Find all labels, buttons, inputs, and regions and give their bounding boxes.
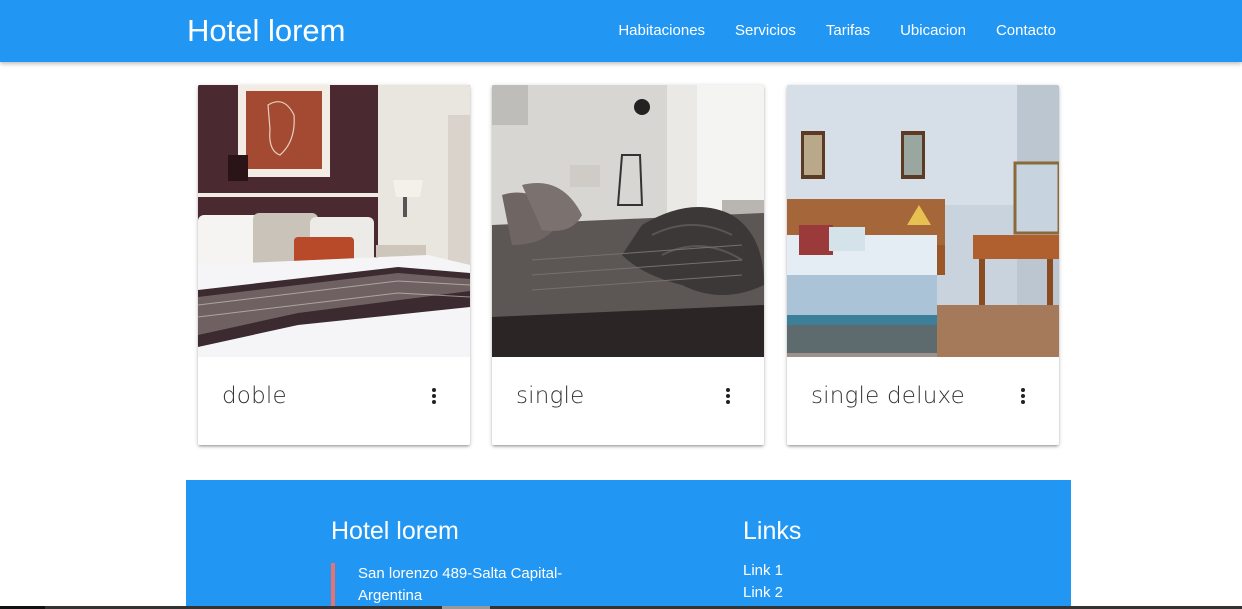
more-vert-icon[interactable]: [1015, 388, 1031, 408]
footer-link-2[interactable]: Link 2: [743, 584, 783, 601]
room-cards: doble single single deluxe: [198, 85, 1060, 445]
brand-logo[interactable]: Hotel lorem: [187, 13, 346, 49]
footer-link-item: Link 2: [743, 582, 783, 604]
footer-links-title: Links: [743, 517, 802, 545]
footer-title: Hotel lorem: [331, 517, 459, 545]
footer-address: San lorenzo 489-Salta Capital-Argentina: [331, 563, 581, 609]
nav-link-habitaciones[interactable]: Habitaciones: [618, 0, 705, 62]
room-title: doble: [222, 383, 287, 409]
room-card-doble[interactable]: doble: [198, 85, 470, 445]
nav-link-ubicacion[interactable]: Ubicacion: [900, 0, 966, 62]
navbar: Hotel lorem Habitaciones Servicios Tarif…: [0, 0, 1242, 62]
more-vert-icon[interactable]: [426, 388, 442, 408]
room-image-doble[interactable]: [198, 85, 470, 357]
room-title: single deluxe: [811, 383, 965, 409]
footer: Hotel lorem San lorenzo 489-Salta Capita…: [186, 480, 1071, 609]
nav-menu: Habitaciones Servicios Tarifas Ubicacion…: [588, 0, 1056, 62]
footer-link-1[interactable]: Link 1: [743, 562, 783, 579]
more-vert-icon[interactable]: [720, 388, 736, 408]
nav-link-contacto[interactable]: Contacto: [996, 0, 1056, 62]
footer-link-item: Link 1: [743, 560, 783, 582]
bedroom-photo: [198, 85, 470, 357]
room-title: single: [516, 383, 585, 409]
room-image-single[interactable]: [492, 85, 764, 357]
bedroom-photo: [492, 85, 764, 357]
room-card-single[interactable]: single: [492, 85, 764, 445]
room-card-single-deluxe[interactable]: single deluxe: [787, 85, 1059, 445]
room-image-single-deluxe[interactable]: [787, 85, 1059, 357]
nav-link-tarifas[interactable]: Tarifas: [826, 0, 870, 62]
nav-link-servicios[interactable]: Servicios: [735, 0, 796, 62]
bedroom-photo: [787, 85, 1059, 357]
footer-links-list: Link 1 Link 2: [743, 560, 783, 604]
